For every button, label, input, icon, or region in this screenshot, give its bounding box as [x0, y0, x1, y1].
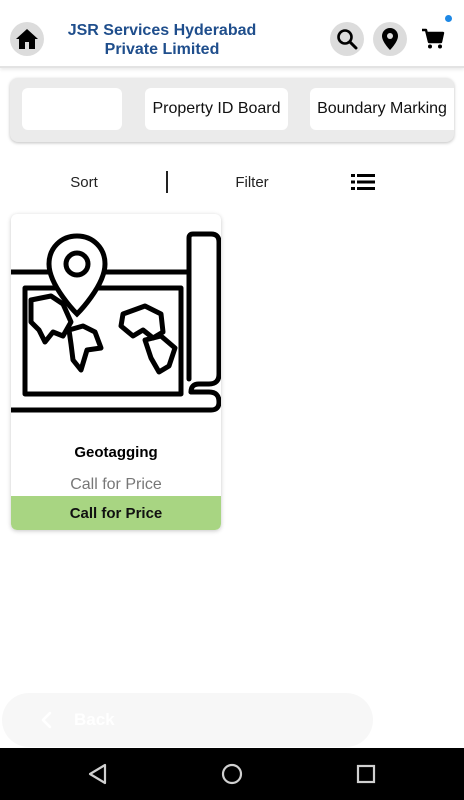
category-chip-property-id-board[interactable]: Property ID Board — [145, 88, 288, 130]
search-button[interactable] — [330, 22, 364, 56]
call-for-price-button[interactable]: Call for Price — [11, 496, 221, 530]
app-header: JSR Services Hyderabad Private Limited — [0, 0, 464, 68]
recents-square-icon[interactable] — [354, 762, 378, 786]
search-icon — [337, 29, 358, 50]
cart-button[interactable] — [419, 25, 447, 53]
notification-dot — [445, 15, 452, 22]
brand-title: JSR Services Hyderabad Private Limited — [60, 21, 264, 59]
back-triangle-icon[interactable] — [86, 762, 110, 786]
cart-icon — [422, 28, 445, 49]
sort-filter-bar: Sort Filter — [0, 166, 464, 198]
home-circle-icon[interactable] — [220, 762, 244, 786]
chevron-left-icon — [41, 711, 52, 729]
location-pin-icon — [382, 28, 398, 50]
category-chip-boundary-marking[interactable]: Boundary Marking — [310, 88, 454, 130]
home-icon — [16, 29, 38, 49]
location-button[interactable] — [373, 22, 407, 56]
map-pin-icon — [11, 231, 221, 413]
list-view-icon — [351, 174, 375, 190]
system-nav-bar — [0, 748, 464, 800]
product-price: Call for Price — [70, 476, 162, 493]
back-label: Back — [74, 710, 115, 729]
brand-line-2: Private Limited — [104, 41, 220, 58]
brand-line-1: JSR Services Hyderabad — [67, 22, 257, 39]
category-strip[interactable]: Property ID Board Boundary Marking — [10, 78, 454, 142]
home-button[interactable] — [10, 22, 44, 56]
category-chip-label: Property ID Board — [152, 100, 281, 117]
product-name: Geotagging — [74, 444, 158, 461]
category-chip[interactable] — [22, 88, 122, 130]
divider — [166, 171, 168, 193]
filter-button[interactable]: Filter — [220, 174, 284, 191]
back-bar[interactable]: Back — [2, 693, 373, 747]
sort-button[interactable]: Sort — [52, 174, 116, 191]
list-view-button[interactable] — [350, 172, 376, 192]
product-card[interactable]: Geotagging Call for Price Call for Price — [11, 214, 221, 530]
category-chip-label: Boundary Marking — [317, 100, 447, 117]
